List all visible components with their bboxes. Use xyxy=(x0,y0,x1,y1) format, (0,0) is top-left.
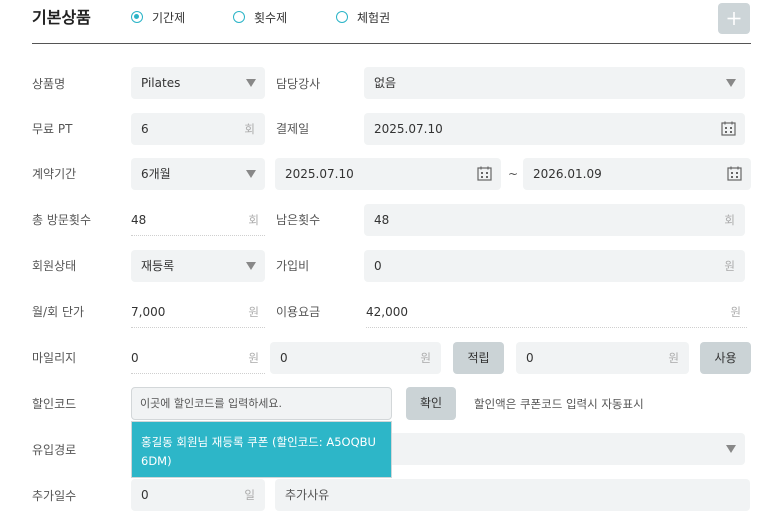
mileage-accrue-value: 0 xyxy=(280,351,288,365)
label-payment-date: 결제일 xyxy=(276,122,310,136)
chevron-down-icon xyxy=(246,170,256,178)
mileage-accrue-unit: 원 xyxy=(420,351,431,365)
end-date-input[interactable]: 2026.01.09 xyxy=(523,158,751,190)
contract-period-value: 6개월 xyxy=(141,167,171,181)
radio-count-label: 횟수제 xyxy=(254,11,288,25)
label-extra-days: 추가일수 xyxy=(32,489,77,503)
discount-hint: 할인액은 쿠폰코드 입력시 자동표시 xyxy=(474,397,644,411)
radio-period-label: 기간제 xyxy=(152,11,186,25)
product-name-select[interactable]: Pilates xyxy=(131,67,265,99)
extra-reason-input[interactable]: 추가사유 xyxy=(275,479,750,511)
free-pt-input[interactable]: 6 회 xyxy=(131,113,265,145)
free-pt-value: 6 xyxy=(141,122,149,136)
extra-days-unit: 일 xyxy=(244,488,255,502)
discount-code-placeholder: 이곳에 할인코드를 입력하세요. xyxy=(140,397,283,410)
radio-count-button[interactable] xyxy=(233,11,245,23)
coupon-suggestion-dropdown[interactable]: 홍길동 회원님 재등록 쿠폰 (할인코드: A5OQBU6DM) xyxy=(131,421,392,478)
accrue-button[interactable]: 적립 xyxy=(453,342,504,374)
chevron-down-icon xyxy=(726,79,736,87)
mileage-use-input[interactable]: 0 원 xyxy=(516,342,689,374)
extra-days-input[interactable]: 0 일 xyxy=(131,479,265,511)
label-mileage: 마일리지 xyxy=(32,351,77,365)
label-contract-period: 계약기간 xyxy=(32,167,77,181)
label-join-fee: 가입비 xyxy=(276,259,310,273)
label-remaining-visits: 남은횟수 xyxy=(276,213,321,227)
usage-fee-field[interactable]: 42,000 원 xyxy=(366,296,747,328)
remaining-visits-input[interactable]: 48 회 xyxy=(364,204,745,236)
calendar-icon[interactable] xyxy=(477,166,492,181)
extra-days-value: 0 xyxy=(141,488,149,502)
label-free-pt: 무료 PT xyxy=(32,122,73,136)
plus-icon xyxy=(727,12,741,25)
free-pt-unit: 회 xyxy=(244,122,255,136)
total-visits-value: 48 xyxy=(131,213,147,227)
radio-period-button[interactable] xyxy=(131,11,143,23)
remaining-visits-value: 48 xyxy=(374,213,390,227)
header-divider xyxy=(32,43,751,44)
chevron-down-icon xyxy=(246,262,256,270)
remaining-visits-unit: 회 xyxy=(724,213,735,227)
unit-price-field[interactable]: 7,000 원 xyxy=(131,296,265,328)
label-unit-price: 월/회 단가 xyxy=(32,305,85,319)
confirm-button[interactable]: 확인 xyxy=(406,387,456,420)
contract-period-select[interactable]: 6개월 xyxy=(131,158,265,190)
extra-reason-placeholder: 추가사유 xyxy=(285,488,330,502)
discount-code-input[interactable]: 이곳에 할인코드를 입력하세요. xyxy=(131,387,392,420)
unit-price-unit: 원 xyxy=(248,305,259,319)
use-button[interactable]: 사용 xyxy=(700,342,751,374)
label-member-status: 회원상태 xyxy=(32,259,77,273)
mileage-value: 0 xyxy=(131,351,139,365)
radio-trial-button[interactable] xyxy=(336,11,348,23)
label-discount-code: 할인코드 xyxy=(32,397,77,411)
label-total-visits: 총 방문횟수 xyxy=(32,213,92,227)
start-date-value: 2025.07.10 xyxy=(285,167,354,181)
join-fee-input[interactable]: 0 원 xyxy=(364,250,745,282)
date-range-separator: ~ xyxy=(508,167,519,181)
calendar-icon[interactable] xyxy=(721,121,736,136)
usage-fee-unit: 원 xyxy=(730,305,741,319)
usage-fee-value: 42,000 xyxy=(366,305,408,319)
mileage-unit: 원 xyxy=(248,351,259,365)
join-fee-value: 0 xyxy=(374,259,382,273)
radio-trial-label: 체험권 xyxy=(357,11,391,25)
label-inflow: 유입경로 xyxy=(32,443,77,457)
mileage-use-value: 0 xyxy=(526,351,534,365)
total-visits-field[interactable]: 48 회 xyxy=(131,204,265,236)
start-date-input[interactable]: 2025.07.10 xyxy=(275,158,501,190)
instructor-value: 없음 xyxy=(374,76,397,90)
mileage-field[interactable]: 0 원 xyxy=(131,342,265,374)
page-title: 기본상품 xyxy=(32,8,91,27)
label-instructor: 담당강사 xyxy=(276,77,321,91)
unit-price-value: 7,000 xyxy=(131,305,166,319)
product-name-value: Pilates xyxy=(141,76,181,90)
chevron-down-icon xyxy=(726,445,736,453)
add-button[interactable] xyxy=(718,3,750,34)
payment-date-value: 2025.07.10 xyxy=(374,122,443,136)
payment-date-input[interactable]: 2025.07.10 xyxy=(364,113,745,145)
chevron-down-icon xyxy=(246,79,256,87)
join-fee-unit: 원 xyxy=(724,259,735,273)
mileage-accrue-input[interactable]: 0 원 xyxy=(270,342,441,374)
end-date-value: 2026.01.09 xyxy=(533,167,602,181)
calendar-icon[interactable] xyxy=(727,166,742,181)
label-product-name: 상품명 xyxy=(32,77,66,91)
total-visits-unit: 회 xyxy=(248,213,259,227)
member-status-value: 재등록 xyxy=(141,259,175,273)
mileage-use-unit: 원 xyxy=(668,351,679,365)
member-status-select[interactable]: 재등록 xyxy=(131,250,265,282)
instructor-select[interactable]: 없음 xyxy=(364,67,745,99)
label-usage-fee: 이용요금 xyxy=(276,305,321,319)
coupon-suggestion-item[interactable]: 홍길동 회원님 재등록 쿠폰 (할인코드: A5OQBU6DM) xyxy=(141,433,376,471)
